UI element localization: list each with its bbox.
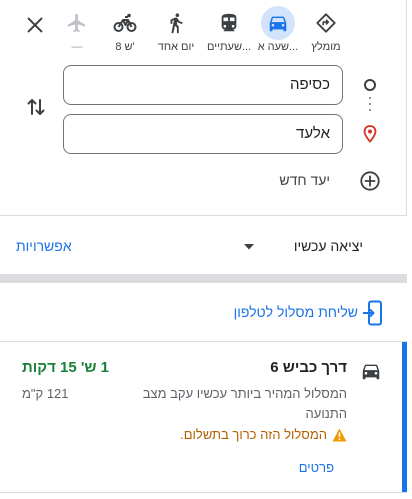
mode-flight[interactable]: —	[57, 8, 97, 54]
route-duration: 1 ש' 15 דקות	[22, 359, 110, 376]
divider	[0, 215, 407, 216]
swap-icon	[27, 99, 45, 115]
swap-button[interactable]	[24, 95, 48, 119]
mode-label: 8 ש'	[115, 41, 135, 53]
origin-circle-icon	[364, 79, 376, 91]
mode-label: שעתיים...	[207, 41, 251, 53]
mode-bike[interactable]: 8 ש'	[105, 8, 145, 54]
add-destination-button[interactable]	[359, 170, 381, 192]
depart-dropdown[interactable]: יציאה עכשיו	[243, 237, 363, 257]
route-description-line2: התנועה	[305, 406, 347, 421]
mode-transit[interactable]: שעתיים...	[207, 8, 251, 54]
close-icon	[27, 17, 43, 33]
send-to-phone-label: שליחת מסלול לטלפון	[233, 304, 358, 320]
bike-icon	[110, 8, 140, 38]
send-to-phone-button[interactable]: שליחת מסלול לטלפון	[200, 300, 390, 326]
flight-icon	[62, 8, 92, 38]
selected-indicator	[402, 342, 407, 492]
destination-input[interactable]: אלעד	[63, 114, 343, 154]
dots-icon	[369, 97, 371, 111]
route-result-card[interactable]: דרך כביש 6 1 ש' 15 דקות המסלול המהיר ביו…	[0, 342, 407, 492]
route-description-line1: המסלול המהיר ביותר עכשיו עקב מצב	[142, 386, 347, 401]
section-divider	[0, 274, 407, 283]
dropdown-arrow-icon	[244, 244, 254, 250]
details-link[interactable]: פרטים	[299, 460, 334, 475]
divider	[0, 492, 407, 493]
destination-pin-icon	[363, 125, 377, 143]
mode-label: יום אחד	[157, 41, 195, 53]
car-icon	[261, 6, 295, 40]
directions-diamond-icon	[311, 8, 341, 38]
toll-warning-text: המסלול הזה כרוך בתשלום.	[180, 427, 327, 442]
walk-icon	[161, 8, 191, 38]
send-to-phone-icon	[363, 300, 382, 326]
route-distance: 121 ק"מ	[22, 386, 69, 401]
mode-walk[interactable]: יום אחד	[156, 8, 196, 54]
options-link[interactable]: אפשרויות	[16, 238, 72, 254]
mode-best[interactable]: מומלץ	[306, 8, 346, 54]
car-icon	[362, 364, 380, 380]
depart-label: יציאה עכשיו	[293, 238, 363, 254]
transit-icon	[214, 8, 244, 38]
mode-label: מומלץ	[311, 41, 341, 53]
origin-input[interactable]: כסיפה	[63, 65, 343, 105]
mode-label: —	[71, 41, 83, 53]
add-destination-label[interactable]: יעד חדש	[250, 172, 330, 188]
add-circle-icon	[360, 171, 380, 191]
mode-car[interactable]: שעה א...	[256, 6, 300, 54]
route-title: דרך כביש 6	[270, 359, 347, 376]
warning-icon	[332, 428, 347, 442]
panel-edge	[406, 0, 407, 215]
mode-label: שעה א...	[257, 41, 299, 53]
close-button[interactable]	[24, 14, 46, 36]
